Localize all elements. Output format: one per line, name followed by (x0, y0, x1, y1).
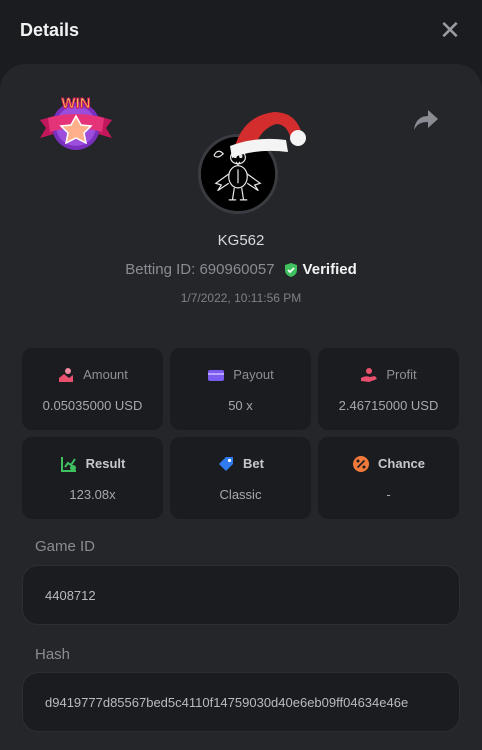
stat-card-result: Result 123.08x (22, 437, 163, 519)
win-badge-icon: WIN (40, 95, 112, 150)
profit-hand-icon (361, 367, 378, 382)
stat-value: 0.05035000 USD (42, 397, 143, 413)
page-title: Details (20, 19, 80, 40)
verified-shield-icon (284, 262, 297, 277)
stat-card-amount: Amount 0.05035000 USD (22, 348, 163, 430)
username: KG562 (217, 232, 265, 249)
game-id-field[interactable]: 4408712 (22, 565, 460, 625)
verified-label: Verified (302, 261, 357, 278)
game-id-label: Game ID (35, 538, 96, 555)
close-icon[interactable]: ✕ (438, 17, 462, 43)
wallet-icon (208, 369, 225, 381)
stat-label: Profit (386, 367, 417, 382)
stat-label: Amount (83, 367, 128, 382)
betting-id: Betting ID: 690960057 (125, 261, 275, 278)
stat-label: Result (85, 456, 126, 471)
stat-label: Bet (243, 456, 264, 471)
betting-info: Betting ID: 690960057 Verified (0, 261, 482, 278)
stat-value: Classic (219, 486, 262, 502)
stat-label: Chance (378, 456, 425, 471)
chart-check-icon (60, 456, 76, 472)
percent-icon (353, 455, 370, 472)
stat-label: Payout (233, 367, 274, 382)
stats-grid: Amount 0.05035000 USD Payout 50 x Profit (22, 348, 462, 519)
stat-card-chance: Chance - (318, 437, 459, 519)
santa-hat-icon (230, 112, 306, 158)
stat-value: 50 x (228, 397, 253, 413)
stat-value: 2.46715000 USD (338, 397, 439, 413)
coins-icon (59, 367, 74, 382)
stat-value: - (386, 486, 391, 502)
share-icon[interactable] (412, 108, 440, 132)
stat-value: 123.08x (69, 486, 116, 502)
bet-timestamp: 1/7/2022, 10:11:56 PM (180, 291, 302, 305)
details-header: Details ✕ (0, 0, 482, 64)
hash-field[interactable]: d9419777d85567bed5c4110f14759030d40e6eb0… (22, 672, 460, 732)
details-panel: WIN KG562 Betting ID: 690960057 Verified… (0, 64, 482, 750)
stat-card-profit: Profit 2.46715000 USD (318, 348, 459, 430)
win-badge-text: WIN (61, 95, 90, 112)
hash-label: Hash (35, 646, 71, 663)
stat-card-bet: Bet Classic (170, 437, 311, 519)
tag-icon (219, 456, 234, 471)
stat-card-payout: Payout 50 x (170, 348, 311, 430)
